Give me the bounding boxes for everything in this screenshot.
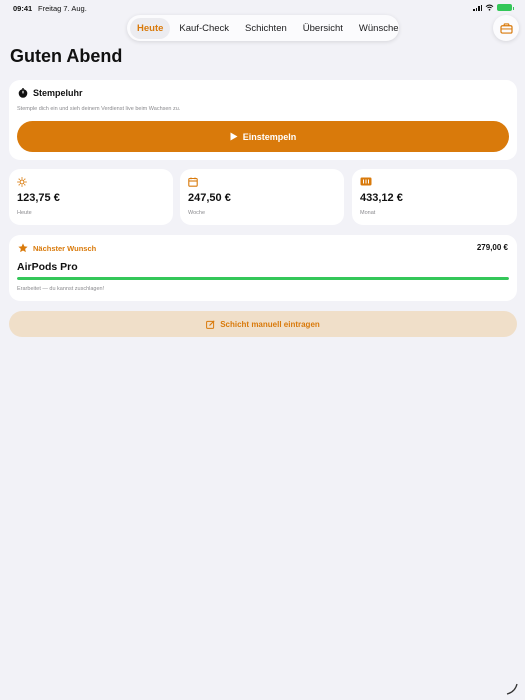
wish-progress-bar xyxy=(17,277,509,280)
tab-wuensche[interactable]: Wünsche xyxy=(352,18,406,39)
resize-grabber-icon xyxy=(506,683,518,695)
stempeluhr-title: Stempeluhr xyxy=(33,88,83,98)
wish-price: 279,00 € xyxy=(476,243,508,252)
cellular-signal-icon xyxy=(473,4,482,11)
stat-value-heute: 123,75 € xyxy=(17,192,60,204)
manual-shift-label: Schicht manuell eintragen xyxy=(220,319,320,329)
edit-icon xyxy=(206,319,215,329)
tab-kauf-check[interactable]: Kauf-Check xyxy=(172,18,236,39)
battery-icon xyxy=(497,4,514,11)
tab-heute[interactable]: Heute xyxy=(130,17,171,39)
status-date: Freitag 7. Aug. xyxy=(38,4,87,13)
stat-card-woche: 247,50 € Woche xyxy=(180,169,344,225)
stempeluhr-header: Stempeluhr xyxy=(18,88,83,98)
stat-value-woche: 247,50 € xyxy=(188,192,231,204)
wifi-icon xyxy=(485,4,494,11)
stat-card-monat: 433,12 € Monat xyxy=(352,169,517,225)
wish-note: Erarbeitet — du kannst zuschlagen! xyxy=(17,286,105,292)
star-icon xyxy=(18,243,28,253)
next-wish-card[interactable]: Nächster Wunsch 279,00 € AirPods Pro Era… xyxy=(9,235,517,301)
status-icons xyxy=(473,4,514,11)
page-title: Guten Abend xyxy=(10,46,123,66)
wallet-icon xyxy=(499,22,513,34)
sun-icon xyxy=(17,177,27,187)
timer-icon xyxy=(18,88,28,98)
calendar-icon xyxy=(188,177,198,187)
wallet-button[interactable] xyxy=(493,15,519,41)
month-icon xyxy=(360,177,372,186)
top-tab-bar: Heute Kauf-Check Schichten Übersicht Wün… xyxy=(127,15,399,41)
tab-uebersicht[interactable]: Übersicht xyxy=(296,18,350,39)
status-time: 09:41 xyxy=(13,4,33,13)
wish-progress-fill xyxy=(17,277,509,280)
status-bar: 09:41 Freitag 7. Aug. xyxy=(0,0,525,16)
stat-card-heute: 123,75 € Heute xyxy=(9,169,173,225)
stat-label-monat: Monat xyxy=(360,210,376,216)
wish-name: AirPods Pro xyxy=(17,261,78,273)
stat-value-monat: 433,12 € xyxy=(360,192,403,204)
tab-schichten[interactable]: Schichten xyxy=(238,18,294,39)
play-icon xyxy=(230,132,238,141)
stempeluhr-card: Stempeluhr Stemple dich ein und sieh dei… xyxy=(9,80,517,160)
next-wish-title: Nächster Wunsch xyxy=(33,243,97,253)
einstempeln-label: Einstempeln xyxy=(242,131,297,142)
stat-label-woche: Woche xyxy=(188,210,206,216)
einstempeln-button[interactable]: Einstempeln xyxy=(17,121,509,152)
stempeluhr-subtitle: Stemple dich ein und sieh deinem Verdien… xyxy=(17,106,181,112)
next-wish-header: Nächster Wunsch xyxy=(18,243,96,253)
stat-label-heute: Heute xyxy=(17,210,32,216)
manual-shift-button[interactable]: Schicht manuell eintragen xyxy=(9,311,517,337)
